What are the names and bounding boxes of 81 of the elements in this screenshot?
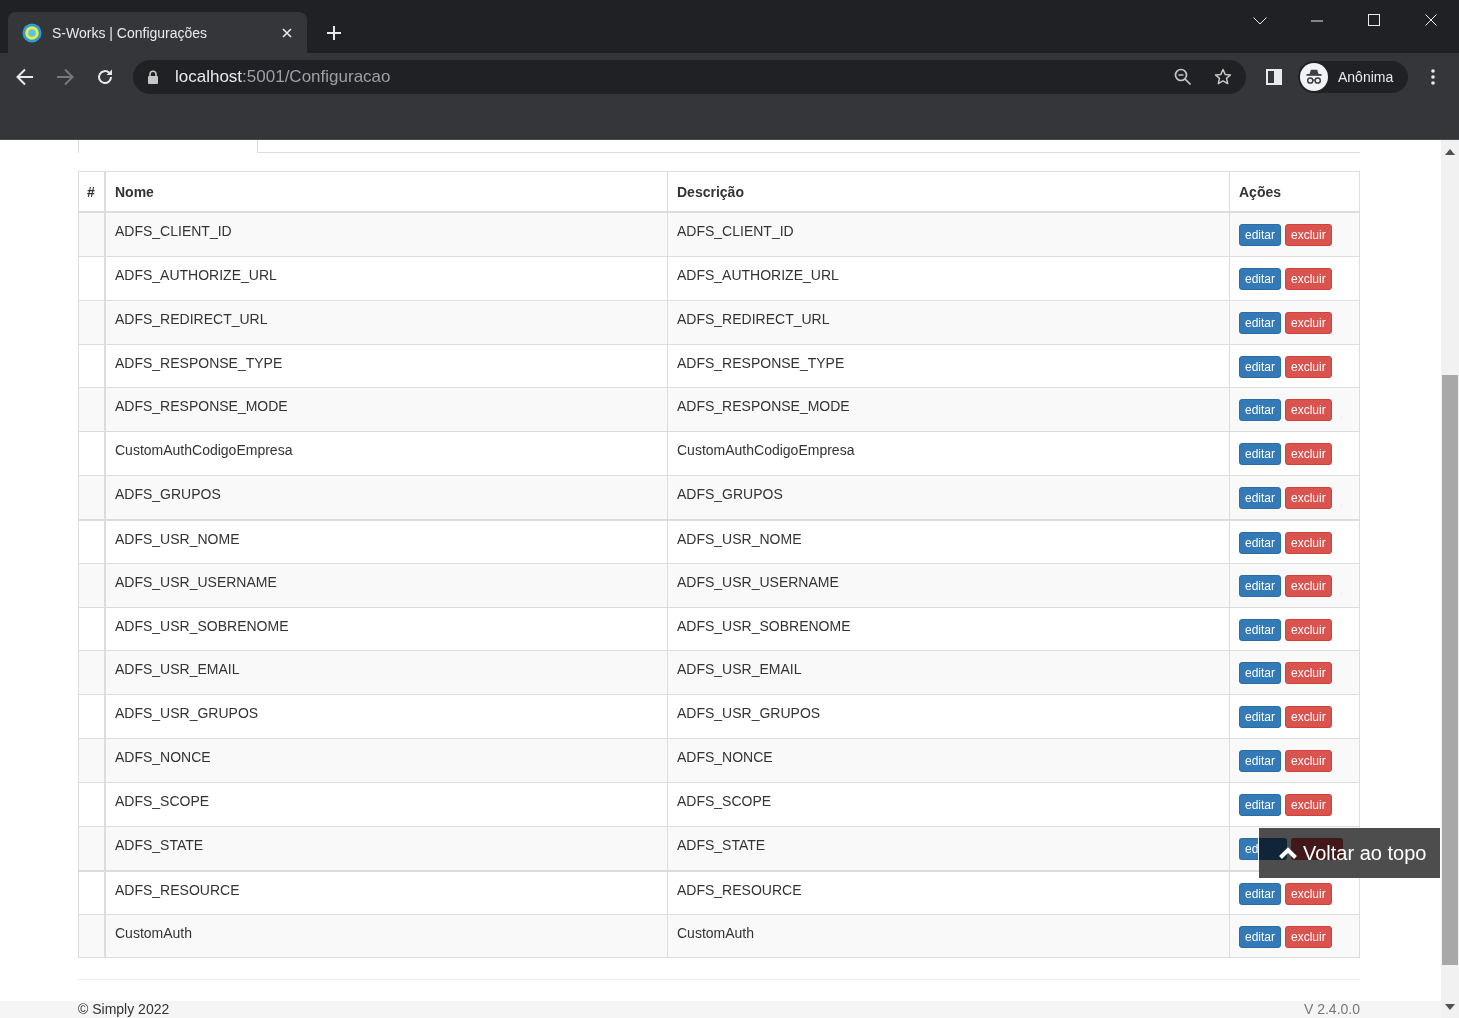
table-cell: ADFS_SCOPE [106,782,668,827]
edit-button[interactable]: editar [1239,267,1282,290]
table-cell: CustomAuth [668,914,1230,959]
table-cell: ADFS_AUTHORIZE_URL [106,256,668,301]
chevron-down-icon[interactable] [1253,17,1267,25]
table-cell: ADFS_USR_USERNAME [668,563,1230,608]
zoom-out-icon[interactable] [1174,67,1192,86]
arrow-up-icon[interactable] [1445,149,1455,155]
delete-button[interactable]: excluir [1285,531,1332,554]
edit-button[interactable]: editar [1239,355,1282,378]
menu-icon[interactable] [1431,68,1435,85]
delete-button[interactable]: excluir [1285,487,1332,510]
table-cell: ADFS_STATE [106,826,668,871]
table-cell: ADFS_REDIRECT_URL [106,300,668,345]
edit-button[interactable]: ed [1239,837,1259,860]
url-text: localhost:5001/Configuracao [175,66,392,87]
delete-button[interactable]: excluir [1285,311,1332,334]
delete-button[interactable]: excluir [1285,706,1332,729]
table-cell: ADFS_AUTHORIZE_URL [668,256,1230,301]
browser-tab[interactable]: S-Works | Configurações [8,12,307,53]
incognito-icon [1300,62,1328,91]
close-icon[interactable] [1425,14,1437,26]
lock-icon[interactable] [147,69,159,84]
side-panel-icon[interactable] [1266,68,1282,85]
table-cell: ADFS_SCOPE [668,782,1230,827]
reload-icon[interactable] [96,67,114,86]
chevron-up-icon [1279,847,1297,859]
delete-button[interactable]: excluir [1285,574,1332,597]
delete-button[interactable]: excluir [1285,399,1332,422]
copyright-text: © Simply 2022 [78,1001,170,1018]
scrollbar-thumb[interactable] [1442,375,1458,965]
edit-button[interactable]: editar [1239,311,1282,334]
delete-button[interactable]: excluir [1285,618,1332,641]
delete-button[interactable]: excluir [1285,750,1332,773]
edit-button[interactable]: editar [1239,925,1282,948]
edit-button[interactable]: editar [1239,574,1282,597]
edit-button[interactable]: editar [1239,487,1282,510]
table-cell: ADFS_USR_USERNAME [106,563,668,608]
edit-button[interactable]: editar [1239,443,1282,466]
table-cell: ADFS_RESOURCE [668,870,1230,915]
edit-button[interactable]: editar [1239,793,1282,816]
delete-button[interactable]: excluir [1285,355,1332,378]
delete-button[interactable]: excluir [1285,267,1332,290]
delete-button[interactable]: excluir [1285,793,1332,816]
close-icon[interactable] [282,27,292,38]
address-bar[interactable]: localhost:5001/Configuracao [133,59,1246,94]
table-cell: ADFS_RESOURCE [106,870,668,915]
edit-button[interactable]: editar [1239,224,1282,246]
delete-button[interactable]: excluir [1285,224,1332,246]
arrow-down-icon[interactable] [1445,1004,1455,1010]
table-cell: ADFS_USR_NOME [106,519,668,564]
table-cell: ADFS_NONCE [668,739,1230,783]
delete-button[interactable]: excluir [1285,443,1332,466]
edit-button[interactable]: editar [1239,662,1282,685]
edit-button[interactable]: editar [1239,531,1282,554]
delete-button[interactable]: excluir [1285,662,1332,685]
version-text: V 2.4.0.0 [1303,1001,1360,1018]
star-icon[interactable] [1214,67,1232,86]
table-cell: ADFS_STATE [668,826,1230,871]
edit-button[interactable]: editar [1239,706,1282,729]
delete-button[interactable]: excluir [1285,882,1332,905]
edit-button[interactable]: editar [1239,399,1282,422]
delete-button[interactable]: excluir [1285,925,1332,948]
back-to-top-button[interactable]: Voltar ao topo [1259,828,1440,878]
table-cell: ADFS_GRUPOS [106,476,668,520]
table-cell: ADFS_CLIENT_ID [106,213,668,257]
edit-button[interactable]: editar [1239,882,1282,905]
maximize-icon[interactable] [1368,14,1380,26]
table-cell: ADFS_NONCE [106,739,668,783]
favicon-icon [22,22,42,43]
back-arrow-icon[interactable] [16,67,34,86]
table-cell: ADFS_REDIRECT_URL [668,300,1230,345]
edit-button[interactable]: editar [1239,618,1282,641]
scrollbar[interactable] [1441,140,1459,1018]
table-cell: CustomAuth [106,914,668,959]
table-cell: ADFS_GRUPOS [668,476,1230,520]
table-cell: ADFS_USR_NOME [668,519,1230,564]
plus-icon[interactable] [327,26,341,40]
profile-button[interactable]: Anônima [1298,60,1408,93]
edit-button[interactable]: editar [1239,750,1282,773]
table-cell: ADFS_CLIENT_ID [668,213,1230,257]
